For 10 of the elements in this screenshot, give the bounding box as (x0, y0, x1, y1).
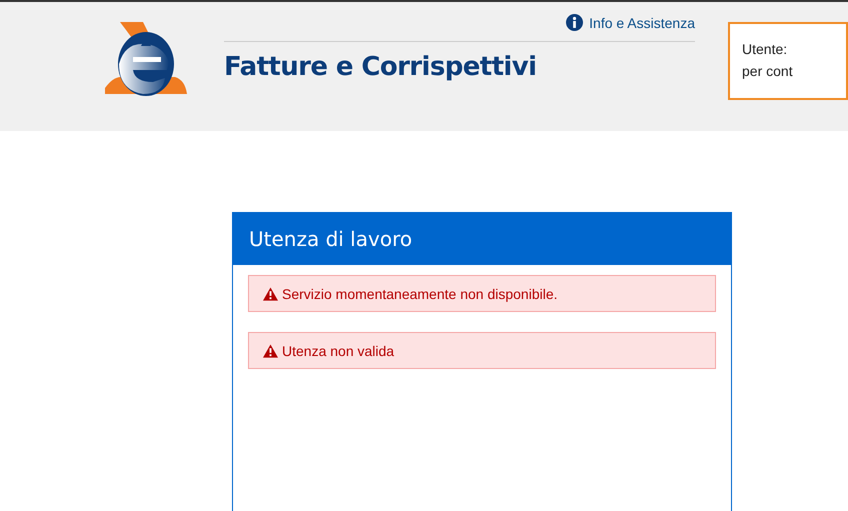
info-icon (566, 14, 584, 31)
warning-icon (263, 344, 278, 358)
user-label: Utente: (742, 40, 788, 59)
alert-text: Utenza non valida (282, 342, 394, 358)
warning-icon (263, 286, 278, 300)
help-link[interactable]: Info e Assistenza (566, 14, 695, 31)
user-detail: per cont (742, 62, 794, 81)
alert-text: Servizio momentaneamente non disponibile. (282, 286, 558, 302)
app-title: Fatture e Corrispettivi (224, 52, 538, 82)
panel-title: Utenza di lavoro (249, 227, 412, 251)
